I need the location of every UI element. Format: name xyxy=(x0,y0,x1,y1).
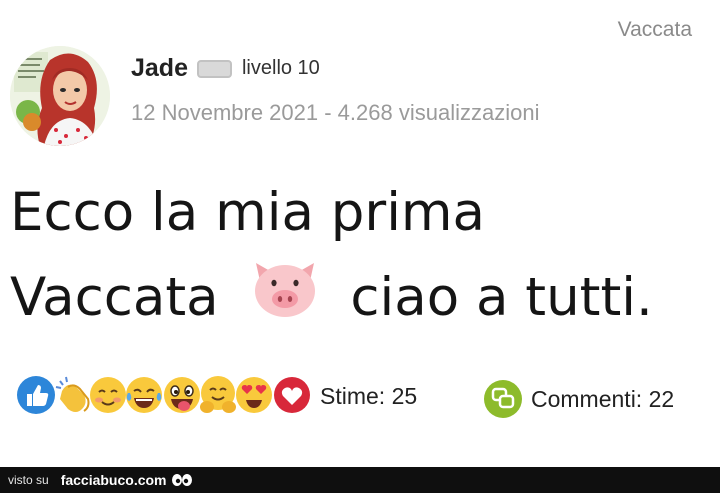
comment-bubble-icon xyxy=(484,380,522,418)
pig-face-icon xyxy=(248,257,322,344)
footer-bar: visto su facciabuco.com xyxy=(0,467,720,493)
comments-link[interactable]: Commenti: 22 xyxy=(483,379,674,419)
footer-prefix: visto su xyxy=(8,473,49,487)
author-name[interactable]: Jade xyxy=(131,54,188,83)
level-badge-icon xyxy=(196,59,232,78)
avatar-illustration xyxy=(10,46,110,146)
author-level: livello 10 xyxy=(241,57,320,79)
category-label[interactable]: Vaccata xyxy=(618,18,692,42)
post-body: Ecco la mia prima Vaccata ciao a tutti. xyxy=(10,170,710,344)
likes-count[interactable]: Stime: 25 xyxy=(320,383,417,410)
hugging-icon[interactable] xyxy=(198,373,238,417)
author-avatar[interactable] xyxy=(10,46,110,146)
thumbs-up-icon[interactable] xyxy=(16,373,56,417)
reactions-bar[interactable] xyxy=(16,373,316,419)
eyes-logo-icon xyxy=(171,474,192,486)
post-line-1: Ecco la mia prima xyxy=(10,182,486,243)
heart-icon[interactable] xyxy=(272,373,312,417)
tongue-out-icon[interactable] xyxy=(162,373,202,417)
site-logo[interactable]: facciabuco.com xyxy=(61,472,167,488)
smiling-blush-icon[interactable] xyxy=(88,373,128,417)
post-line-2-start: Vaccata xyxy=(10,267,219,328)
post-line-2: Vaccata ciao a tutti. xyxy=(10,255,710,344)
heart-eyes-icon[interactable] xyxy=(234,373,274,417)
post-meta: 12 Novembre 2021 - 4.268 visualizzazioni xyxy=(131,100,540,125)
comments-count: Commenti: 22 xyxy=(531,385,675,412)
post-line-2-end: ciao a tutti. xyxy=(350,267,653,328)
tears-of-joy-icon[interactable] xyxy=(124,373,164,417)
author-row: Jade livello 10 xyxy=(131,54,320,83)
